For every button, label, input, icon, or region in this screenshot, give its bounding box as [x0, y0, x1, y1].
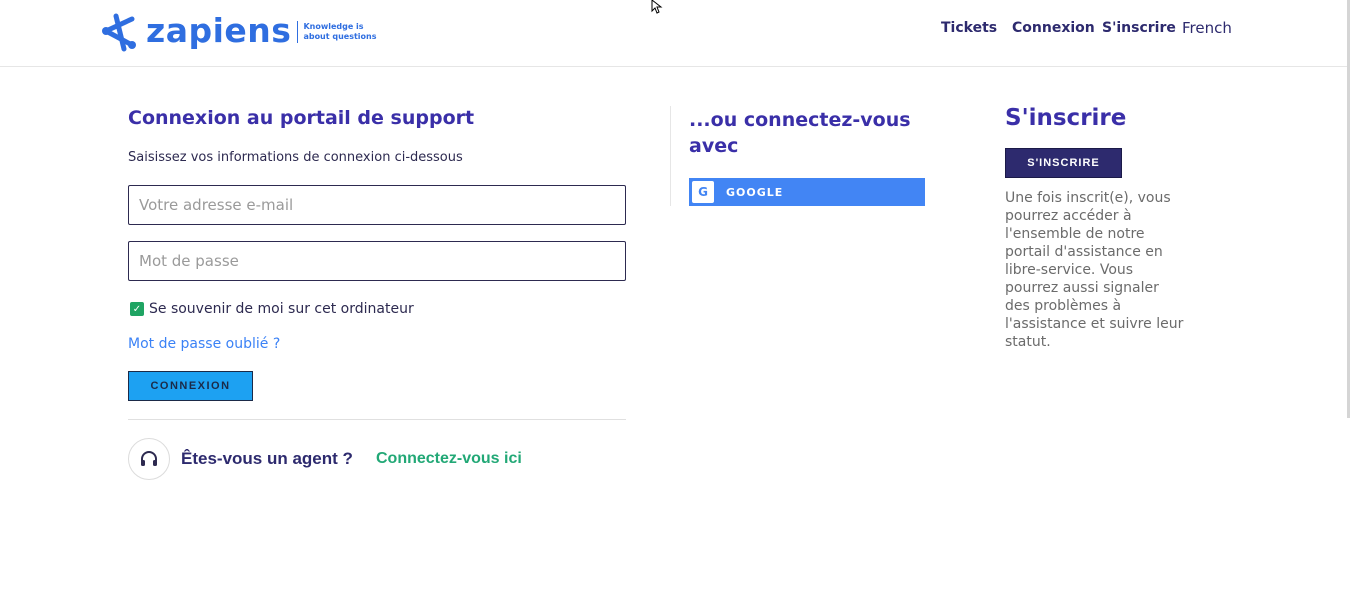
login-title: Connexion au portail de support [128, 107, 475, 129]
nav-connexion[interactable]: Connexion [1012, 20, 1095, 42]
google-login-button[interactable]: G GOOGLE [689, 178, 925, 206]
zapiens-logo[interactable]: zapiens Knowledge is about questions [98, 10, 383, 54]
email-field[interactable] [128, 185, 626, 225]
headset-icon [141, 451, 157, 466]
social-login-title: ...ou connectez-vous avec [689, 109, 911, 157]
checkbox-checked-icon[interactable]: ✓ [130, 302, 144, 316]
google-icon: G [692, 181, 714, 203]
site-header: zapiens Knowledge is about questions Tic… [0, 0, 1350, 67]
logo-wordmark: zapiens [146, 10, 292, 50]
forgot-password-link[interactable]: Mot de passe oublié ? [128, 336, 280, 352]
agent-question: Êtes-vous un agent ? [181, 449, 353, 468]
agent-login-link[interactable]: Connectez-vous ici [376, 450, 522, 468]
login-subtitle: Saisissez vos informations de connexion … [128, 150, 463, 165]
signup-description: Une fois inscrit(e), vous pourrez accéde… [1005, 190, 1184, 350]
nav-sinscrire[interactable]: S'inscrire [1102, 20, 1176, 42]
logo-tagline: Knowledge is about questions [303, 22, 377, 41]
nav-tickets[interactable]: Tickets [941, 20, 997, 42]
agent-avatar [128, 438, 170, 480]
section-divider [128, 419, 626, 420]
signup-title: S'inscrire [1005, 105, 1127, 131]
signup-button[interactable]: S'INSCRIRE [1005, 148, 1122, 178]
remember-me-checkbox[interactable]: ✓ Se souvenir de moi sur cet ordinateur [128, 301, 414, 317]
remember-me-label: Se souvenir de moi sur cet ordinateur [149, 301, 414, 317]
mouse-cursor-icon [651, 0, 663, 14]
connexion-button[interactable]: CONNEXION [128, 371, 253, 401]
logo-separator [297, 21, 299, 43]
password-field[interactable] [128, 241, 626, 281]
language-selector[interactable]: French [1182, 19, 1232, 41]
zapiens-logo-icon [102, 13, 136, 52]
column-separator [670, 106, 671, 206]
google-button-label: GOOGLE [726, 185, 784, 199]
